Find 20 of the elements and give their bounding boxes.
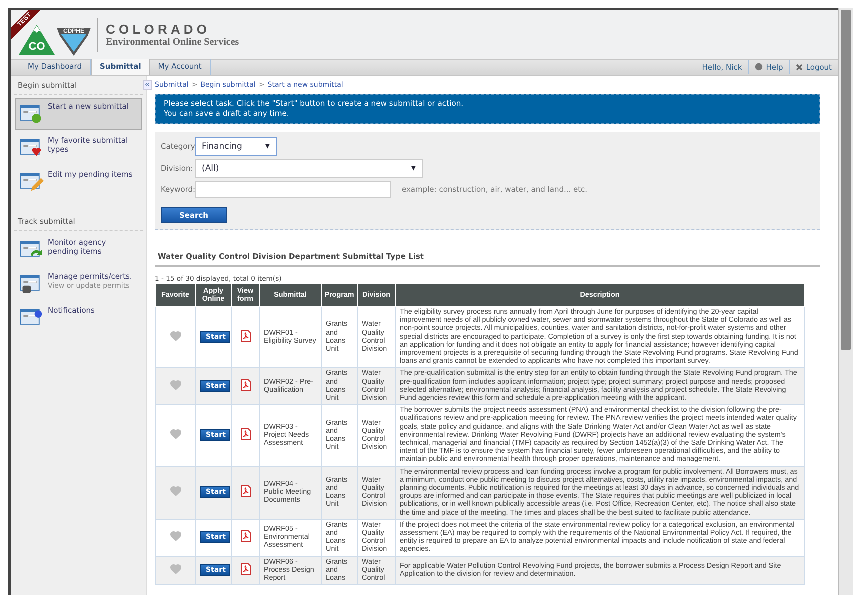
collapse-button[interactable]: « xyxy=(143,80,152,90)
favorite-icon[interactable] xyxy=(170,330,182,342)
site-title: COLORADO xyxy=(106,22,212,36)
favorite-icon[interactable] xyxy=(170,530,182,542)
pdf-icon[interactable] xyxy=(240,378,250,391)
pencil-form-icon xyxy=(20,170,44,194)
pdf-icon[interactable] xyxy=(240,485,250,498)
favorite-icon[interactable] xyxy=(170,378,182,391)
favorite-icon[interactable] xyxy=(170,562,182,575)
pdf-icon[interactable] xyxy=(240,530,250,542)
close-icon xyxy=(796,64,804,70)
site-subtitle: Environmental Online Services xyxy=(106,36,240,48)
scrollbar-thumb[interactable] xyxy=(841,10,851,350)
pdf-icon[interactable] xyxy=(240,330,250,342)
favorite-icon[interactable] xyxy=(170,485,182,498)
favorite-icon[interactable] xyxy=(170,428,182,440)
add-form-icon xyxy=(20,102,44,126)
keyword-field[interactable] xyxy=(195,181,391,198)
pdf-icon[interactable] xyxy=(240,562,250,575)
pdf-icon[interactable] xyxy=(240,428,250,440)
